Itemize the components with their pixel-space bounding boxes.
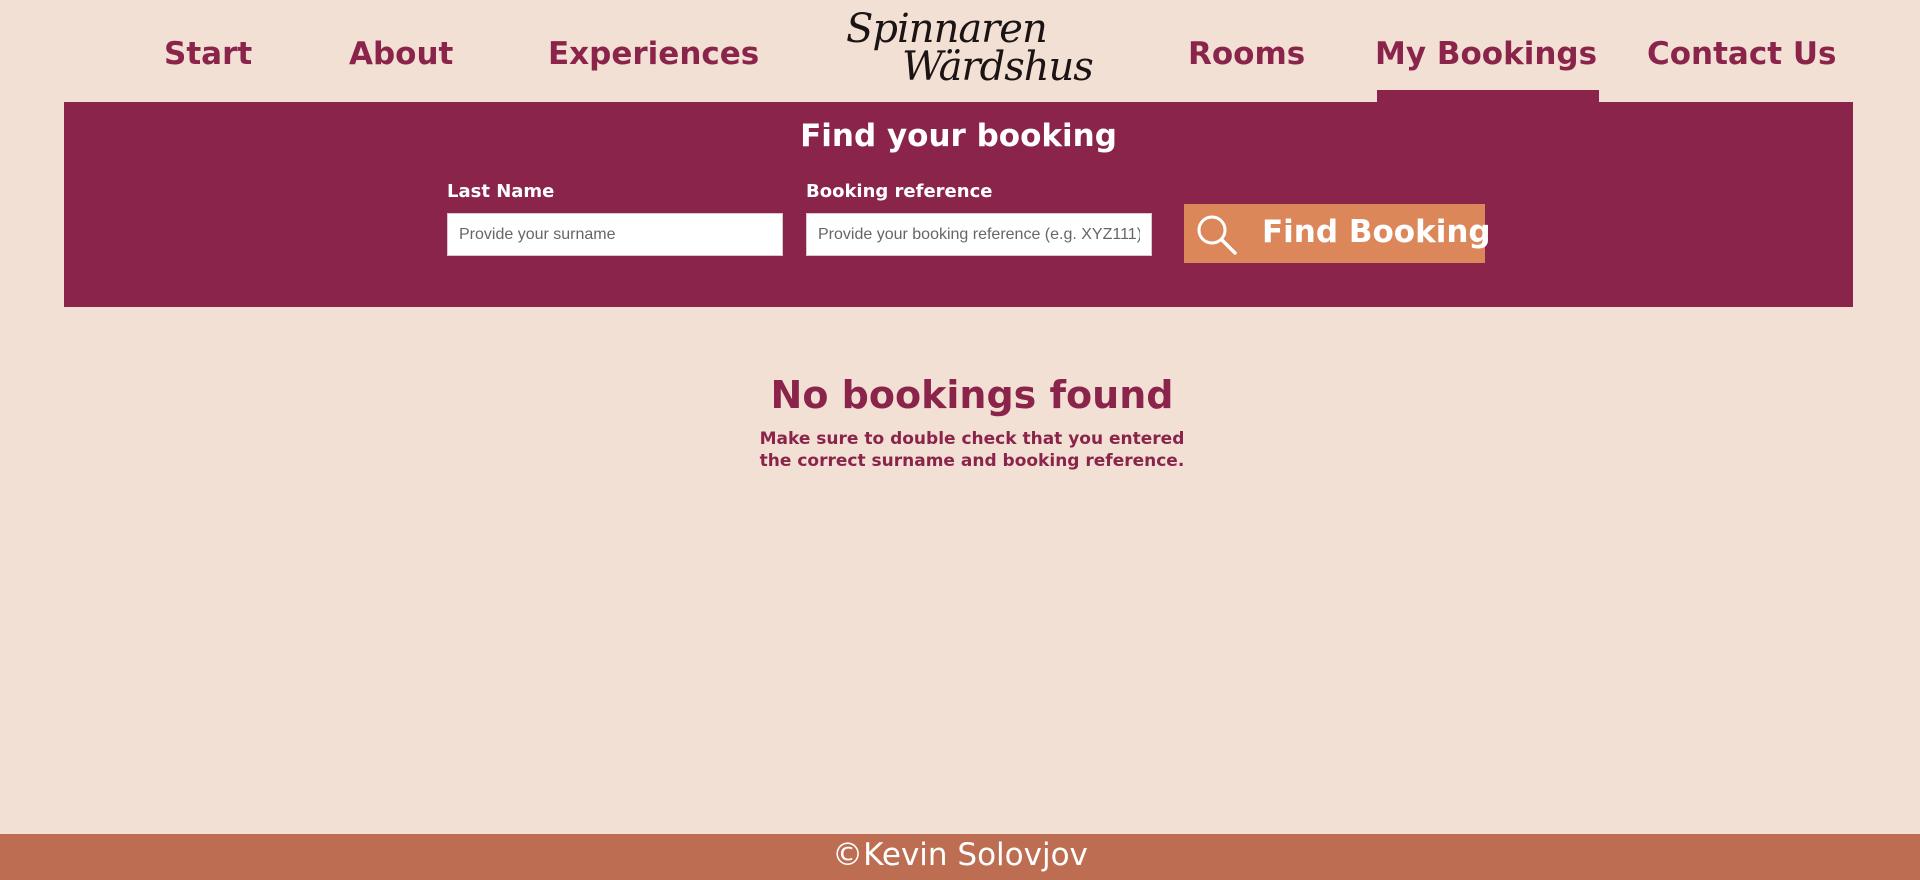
nav-rooms-link[interactable]: Rooms: [1188, 36, 1305, 72]
find-booking-button-label: Find Booking: [1262, 214, 1491, 250]
find-booking-panel: Find your booking Last Name Booking refe…: [64, 102, 1853, 307]
nav-contact-us-link[interactable]: Contact Us: [1647, 36, 1836, 72]
booking-reference-input[interactable]: [806, 213, 1152, 256]
message-line-1: Make sure to double check that you enter…: [759, 429, 1185, 449]
footer-copyright: ©Kevin Solovjov: [832, 837, 1088, 873]
site-logo[interactable]: Spinnaren Wärdshus: [838, 6, 1094, 90]
no-bookings-message: Make sure to double check that you enter…: [740, 428, 1204, 472]
main-nav: Start About Experiences Spinnaren Wärdsh…: [0, 0, 1920, 102]
nav-about-link[interactable]: About: [349, 36, 453, 72]
nav-start-link[interactable]: Start: [164, 36, 252, 72]
panel-title: Find your booking: [800, 118, 1117, 154]
page: Start About Experiences Spinnaren Wärdsh…: [0, 0, 1920, 880]
last-name-label: Last Name: [447, 181, 555, 202]
message-line-2: the correct surname and booking referenc…: [759, 451, 1185, 471]
nav-my-bookings-link[interactable]: My Bookings: [1375, 36, 1600, 102]
booking-reference-label: Booking reference: [806, 181, 993, 202]
logo-line-2: Wärdshus: [902, 44, 1094, 90]
no-bookings-title: No bookings found: [770, 373, 1174, 417]
last-name-input[interactable]: [447, 213, 783, 256]
search-icon: [1194, 212, 1238, 256]
nav-experiences-link[interactable]: Experiences: [548, 36, 759, 72]
footer: ©Kevin Solovjov: [0, 834, 1920, 880]
find-booking-button[interactable]: Find Booking: [1184, 204, 1491, 263]
